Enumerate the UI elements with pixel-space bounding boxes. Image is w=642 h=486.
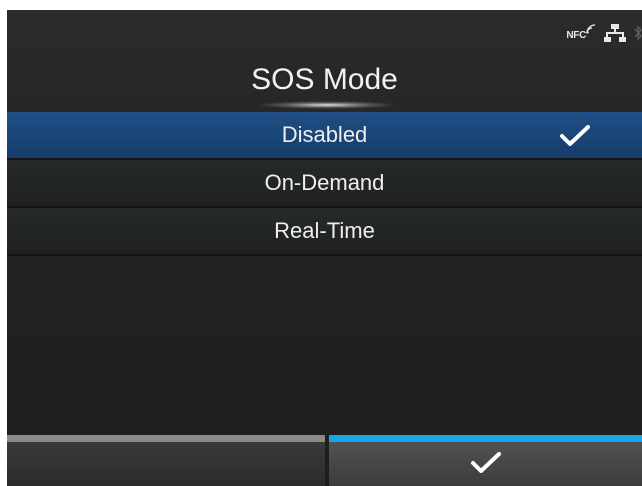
option-list: Disabled On-Demand Real-Time xyxy=(7,112,642,256)
option-real-time[interactable]: Real-Time xyxy=(7,208,642,256)
nfc-label: NFC xyxy=(566,29,586,41)
right-softkey-indicator xyxy=(329,435,642,442)
bluetooth-icon xyxy=(634,24,642,47)
checkmark-icon xyxy=(470,451,501,478)
option-label: Disabled xyxy=(281,122,368,147)
printer-display: NFC SOS Mode Disabled On-Demand Real-Tim… xyxy=(7,10,642,486)
option-disabled[interactable]: Disabled xyxy=(7,112,642,160)
network-icon xyxy=(604,23,626,47)
option-label: On-Demand xyxy=(264,170,385,195)
option-on-demand[interactable]: On-Demand xyxy=(7,160,642,208)
left-softkey-button[interactable] xyxy=(7,442,325,486)
option-label: Real-Time xyxy=(274,218,375,243)
confirm-button[interactable] xyxy=(329,442,642,486)
left-softkey-indicator xyxy=(7,435,325,442)
status-icons: NFC xyxy=(566,23,642,47)
nfc-icon: NFC xyxy=(566,23,596,41)
page-title: SOS Mode xyxy=(251,63,398,96)
checkmark-icon xyxy=(560,124,590,152)
title-underline-glow xyxy=(257,101,397,109)
